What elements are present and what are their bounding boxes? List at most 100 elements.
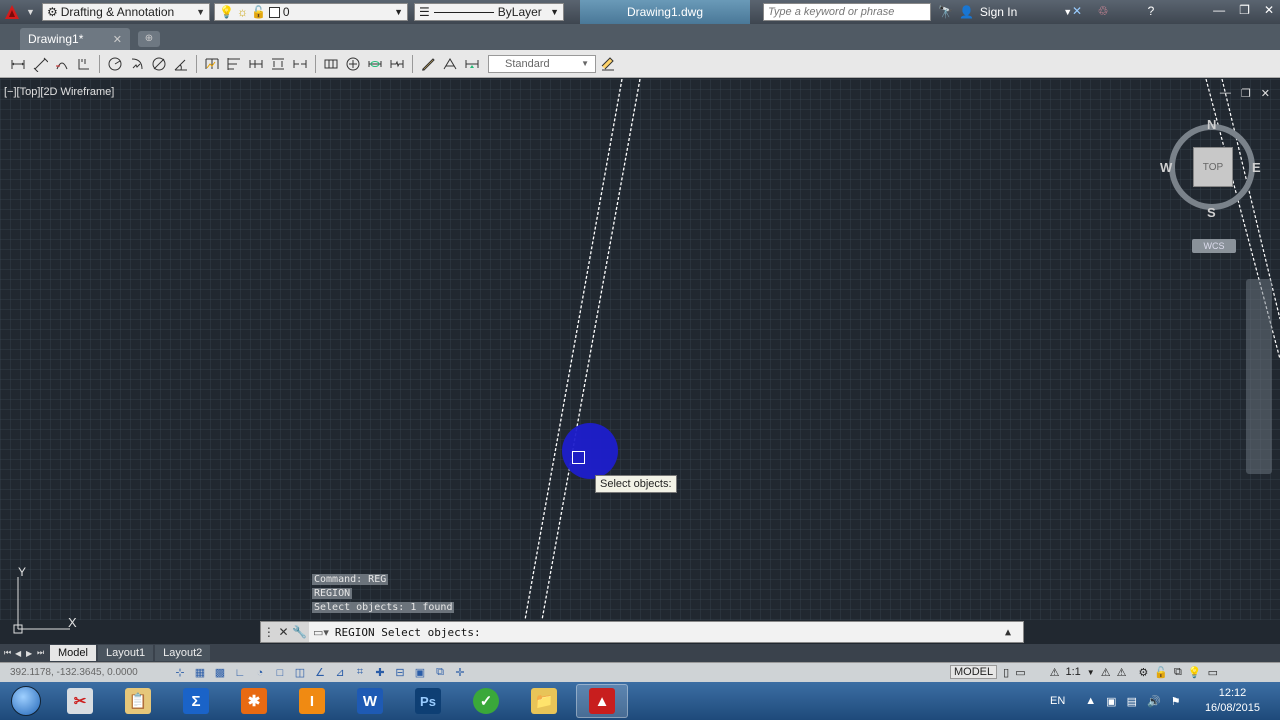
polar-icon[interactable]: ◔ (252, 665, 268, 681)
jogged-linear-icon[interactable] (387, 54, 407, 74)
linear-dim-icon[interactable] (8, 54, 28, 74)
quick-view-layouts-icon[interactable]: ▯ (1003, 666, 1009, 679)
osnap-icon[interactable]: □ (272, 665, 288, 681)
quick-view-drawings-icon[interactable]: ▭ (1015, 666, 1025, 679)
language-indicator[interactable]: EN (1050, 695, 1065, 707)
center-mark-icon[interactable] (343, 54, 363, 74)
app-menu-caret-icon[interactable]: ▼ (26, 7, 38, 17)
dim-text-edit-icon[interactable] (440, 54, 460, 74)
baseline-icon[interactable] (224, 54, 244, 74)
lwt-icon[interactable]: ✚ (372, 665, 388, 681)
command-line[interactable]: ⋮ ✕ 🔧 ▭▾ REGION Select objects: ▲ (260, 621, 1024, 643)
clock[interactable]: 12:12 16/08/2015 (1205, 686, 1260, 716)
dim-style-select[interactable]: Standard ▼ (488, 54, 596, 73)
workspace-switch-icon[interactable]: ⚙ (1138, 666, 1148, 679)
angular-icon[interactable] (171, 54, 191, 74)
infer-constraints-icon[interactable]: ⊹ (172, 665, 188, 681)
selected-line-right[interactable] (541, 79, 641, 620)
tpy-icon[interactable]: ⊟ (392, 665, 408, 681)
signin-button[interactable]: 🔭 👤 Sign In ▼ (938, 0, 1072, 24)
jogged-icon[interactable] (127, 54, 147, 74)
corel-app[interactable]: ✓ (460, 684, 512, 718)
minimize-icon[interactable]: — (1213, 3, 1225, 17)
qp-icon[interactable]: ▣ (412, 665, 428, 681)
xara-app[interactable]: ✱ (228, 684, 280, 718)
word-app[interactable]: W (344, 684, 396, 718)
tray-app-icon[interactable]: ▣ (1106, 695, 1116, 708)
wcs-menu[interactable]: WCS (1192, 239, 1236, 253)
autocad-app[interactable]: ▲ (576, 684, 628, 718)
compass-east[interactable]: E (1252, 160, 1261, 175)
viewcube-top-face[interactable]: TOP (1193, 147, 1233, 187)
close-icon[interactable]: ✕ (278, 625, 288, 639)
compass-north[interactable]: N (1207, 117, 1216, 132)
dim-update-icon[interactable] (462, 54, 482, 74)
selected-line-left[interactable] (524, 79, 623, 620)
tab-layout1[interactable]: Layout1 (97, 645, 154, 661)
radius-icon[interactable] (105, 54, 125, 74)
sc-icon[interactable]: ⧉ (432, 665, 448, 681)
command-prompt-icon[interactable]: ▭▾ (313, 626, 329, 639)
new-tab-button[interactable]: ⊕ (138, 31, 160, 47)
otrack-icon[interactable]: ∠ (312, 665, 328, 681)
wrench-icon[interactable]: 🔧 (292, 625, 307, 639)
continue-icon[interactable] (246, 54, 266, 74)
ducs-icon[interactable]: ⊿ (332, 665, 348, 681)
ordinate-icon[interactable] (74, 54, 94, 74)
isolate-icon[interactable]: 💡 (1188, 666, 1202, 679)
volume-icon[interactable]: 🔊 (1147, 695, 1161, 708)
prev-tab-icon[interactable]: ◀ (15, 649, 26, 658)
explorer-app[interactable]: 📁 (518, 684, 570, 718)
autocad-logo-icon[interactable] (2, 2, 22, 22)
coordinates-readout[interactable]: 392.1178, -132.3645, 0.0000 (0, 667, 160, 678)
sigma-app[interactable]: Σ (170, 684, 222, 718)
photoshop-app[interactable]: Ps (402, 684, 454, 718)
action-center-icon[interactable]: ⚑ (1171, 695, 1181, 708)
search-input[interactable]: Type a keyword or phrase (763, 3, 931, 21)
model-space-button[interactable]: MODEL (950, 665, 998, 679)
auto-scale-icon[interactable]: ⚠ (1117, 666, 1127, 679)
break-icon[interactable] (290, 54, 310, 74)
chevron-down-icon[interactable]: ▼ (1087, 668, 1095, 677)
grip-icon[interactable]: ⋮ (263, 625, 275, 639)
diameter-icon[interactable] (149, 54, 169, 74)
3d-osnap-icon[interactable]: ◫ (292, 665, 308, 681)
model-viewport[interactable]: [−][Top][2D Wireframe] — ❐ ✕ TOP N S E W… (0, 79, 1280, 643)
illustrator-app[interactable]: I (286, 684, 338, 718)
network-icon[interactable]: ♲ (1094, 2, 1112, 20)
snap-icon[interactable]: ▦ (192, 665, 208, 681)
layer-select[interactable]: 💡 ☼ 🔓 0 ▼ (214, 3, 408, 21)
am-icon[interactable]: ✛ (452, 665, 468, 681)
network-icon[interactable]: ▤ (1127, 695, 1137, 708)
last-tab-icon[interactable]: ⏭ (37, 648, 48, 658)
command-input[interactable]: REGION Select objects: (335, 626, 1005, 639)
tolerance-icon[interactable] (321, 54, 341, 74)
hardware-accel-icon[interactable]: ⧉ (1174, 666, 1182, 679)
chevron-up-icon[interactable]: ▲ (1005, 627, 1023, 638)
clean-screen-icon[interactable]: ▭ (1208, 666, 1218, 679)
chevron-up-icon[interactable]: ▲ (1085, 695, 1096, 707)
inspect-icon[interactable] (365, 54, 385, 74)
arc-length-icon[interactable] (52, 54, 72, 74)
space-icon[interactable] (268, 54, 288, 74)
linetype-select[interactable]: ☰ ByLayer ▼ (414, 3, 564, 21)
next-tab-icon[interactable]: ▶ (26, 649, 37, 658)
grid-icon[interactable]: ▩ (212, 665, 228, 681)
dim-style-manager-icon[interactable] (598, 54, 618, 74)
lock-icon[interactable]: 🔓 (1154, 666, 1168, 679)
aligned-dim-icon[interactable] (30, 54, 50, 74)
drawing-canvas[interactable] (0, 79, 1280, 620)
viewcube[interactable]: TOP N S E W (1160, 117, 1264, 221)
tab-model[interactable]: Model (50, 645, 96, 661)
tab-drawing1[interactable]: Drawing1* ✕ (20, 28, 130, 50)
tab-layout2[interactable]: Layout2 (155, 645, 211, 661)
annotation-scale[interactable]: 1:1 (1065, 666, 1080, 678)
snipping-tool-app[interactable]: ✂ (54, 684, 106, 718)
ortho-icon[interactable]: ∟ (232, 665, 248, 681)
dim-edit-icon[interactable] (418, 54, 438, 74)
compass-west[interactable]: W (1160, 160, 1172, 175)
restore-icon[interactable]: ❐ (1239, 3, 1250, 17)
help-icon[interactable]: ? (1142, 2, 1160, 20)
annotation-icon[interactable]: ⚠ (1050, 666, 1060, 679)
quick-dim-icon[interactable] (202, 54, 222, 74)
